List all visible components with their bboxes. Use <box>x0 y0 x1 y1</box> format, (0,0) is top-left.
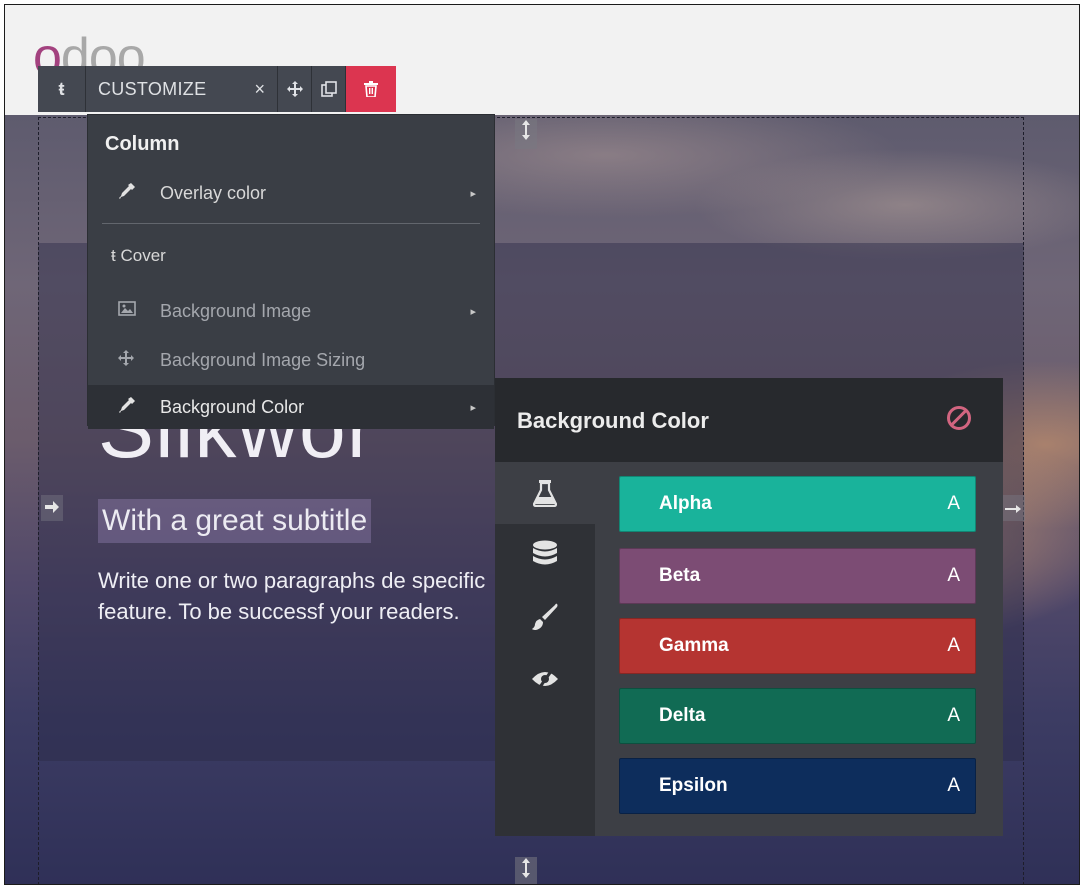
eyedropper-icon <box>118 396 160 419</box>
move-button[interactable] <box>278 66 312 112</box>
tab-database-colors[interactable] <box>495 524 595 586</box>
parent-icon: ŧ <box>58 78 65 99</box>
menu-item-background-image[interactable]: Background Image ▸ <box>88 289 494 333</box>
flask-icon <box>533 480 557 507</box>
move-icon <box>286 81 303 97</box>
color-category-tabs <box>495 462 595 836</box>
database-icon <box>533 540 557 565</box>
tab-theme-colors[interactable] <box>495 462 595 524</box>
no-color-reset-icon[interactable] <box>947 406 971 430</box>
color-swatch-delta[interactable]: Delta A <box>619 688 976 744</box>
menu-section-column: Column <box>105 133 180 155</box>
menu-item-background-color[interactable]: Background Color ▸ <box>88 385 494 429</box>
image-icon <box>118 301 160 321</box>
menu-item-label: Overlay color <box>160 182 267 203</box>
color-swatch-beta[interactable]: Beta A <box>619 548 976 604</box>
tab-custom-colors[interactable] <box>495 586 595 648</box>
arrow-right-icon <box>45 501 59 513</box>
menu-item-overlay-color[interactable]: Overlay color ▸ <box>88 171 494 215</box>
paintbrush-icon <box>532 603 558 630</box>
customize-button[interactable]: CUSTOMIZE × <box>86 66 278 112</box>
vertical-resize-icon <box>522 858 530 878</box>
menu-item-label: Background Color <box>160 396 305 417</box>
close-icon[interactable]: × <box>254 79 265 100</box>
caret-right-icon: ▸ <box>470 187 476 200</box>
menu-item-label: Background Image Sizing <box>160 349 366 370</box>
move-icon <box>118 349 160 371</box>
customize-dropdown-menu: Column Overlay color ▸ ŧ Cover Backgroun… <box>87 114 495 429</box>
panel-header: Background Color <box>495 378 1003 462</box>
clone-icon <box>320 81 337 97</box>
background-color-panel: Background Color Alpha A Beta A Gamma A … <box>495 378 1003 836</box>
duplicate-button[interactable] <box>312 66 346 112</box>
trash-icon <box>364 81 378 97</box>
website-editor-frame: odoo Silkwor With a great subtitle Write… <box>4 4 1080 885</box>
select-parent-button[interactable]: ŧ <box>38 66 86 112</box>
cover-icon: ŧ <box>111 246 116 265</box>
caret-right-icon: ▸ <box>470 401 476 414</box>
tab-transparent[interactable] <box>495 648 595 710</box>
resize-bottom-handle[interactable] <box>515 857 537 884</box>
color-swatch-alpha[interactable]: Alpha A <box>619 476 976 532</box>
menu-item-label: Background Image <box>160 300 312 321</box>
menu-divider <box>102 223 480 224</box>
caret-right-icon: ▸ <box>470 305 476 318</box>
eye-slash-icon <box>532 669 558 689</box>
resize-left-handle[interactable] <box>41 495 63 521</box>
arrow-right-icon <box>1005 505 1021 513</box>
color-swatch-epsilon[interactable]: Epsilon A <box>619 758 976 814</box>
resize-top-handle[interactable] <box>515 119 537 149</box>
panel-title: Background Color <box>517 408 709 433</box>
menu-section-label: Cover <box>120 246 166 265</box>
vertical-resize-icon <box>522 120 530 140</box>
remove-button[interactable] <box>346 66 396 112</box>
color-swatch-gamma[interactable]: Gamma A <box>619 618 976 674</box>
snippet-toolbar: ŧ CUSTOMIZE × <box>38 66 396 112</box>
menu-item-background-image-sizing[interactable]: Background Image Sizing <box>88 338 494 382</box>
menu-section-cover: ŧ Cover <box>111 246 166 266</box>
eyedropper-icon <box>118 182 160 205</box>
customize-label: CUSTOMIZE <box>98 78 207 99</box>
resize-right-handle[interactable] <box>1001 495 1025 521</box>
